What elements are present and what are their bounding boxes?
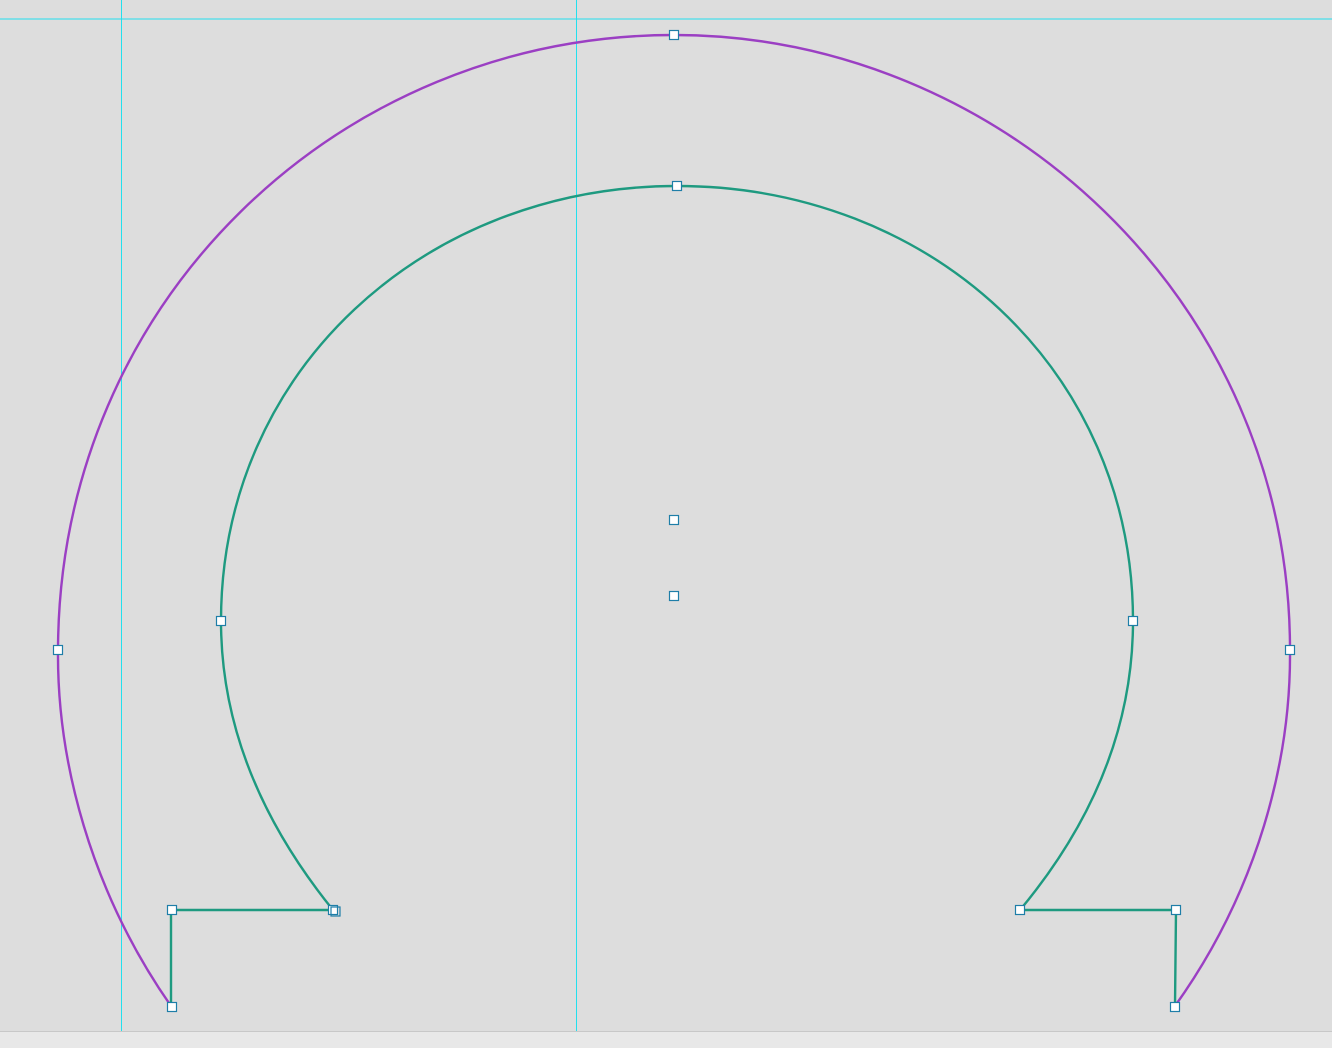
anchor-point-tab-right-top-outer[interactable]	[1170, 904, 1182, 916]
anchor-point-inner-right[interactable]	[1127, 615, 1139, 627]
anchor-points[interactable]	[52, 29, 1296, 1013]
anchor-point-inner-left[interactable]	[215, 615, 227, 627]
guide-lines[interactable]	[0, 0, 1332, 1031]
anchor-point-inner-top[interactable]	[671, 180, 683, 192]
anchor-point-tab-left-top-outer[interactable]	[166, 904, 178, 916]
anchor-point-tab-right-bottom[interactable]	[1169, 1001, 1181, 1013]
status-bar	[0, 1031, 1332, 1048]
vector-artwork[interactable]	[0, 0, 1332, 1031]
anchor-point-center-upper[interactable]	[668, 514, 680, 526]
anchor-point-tab-left-bottom[interactable]	[166, 1001, 178, 1013]
anchor-point-outer-left[interactable]	[52, 644, 64, 656]
anchor-point-tab-right-top-inner[interactable]	[1014, 904, 1026, 916]
anchor-point-outer-top[interactable]	[668, 29, 680, 41]
drawing-canvas[interactable]	[0, 0, 1332, 1031]
anchor-point-outer-right[interactable]	[1284, 644, 1296, 656]
anchor-point-center-lower[interactable]	[668, 590, 680, 602]
